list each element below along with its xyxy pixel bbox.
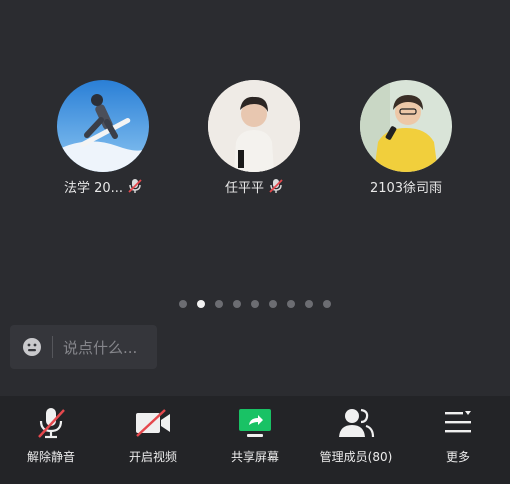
participant-name: 法学 20... — [63, 180, 124, 196]
emoji-icon[interactable] — [22, 337, 42, 357]
page-dot[interactable] — [305, 300, 313, 308]
participant-name: 任平平 — [224, 180, 264, 196]
share-screen-icon — [239, 409, 271, 437]
members-icon — [339, 408, 375, 438]
more-button[interactable]: 更多 — [408, 404, 508, 465]
page-dot[interactable] — [269, 300, 277, 308]
mic-muted-icon — [269, 179, 283, 193]
start-video-button[interactable]: 开启视频 — [103, 404, 203, 465]
meeting-toolbar: 解除静音 开启视频 共享屏幕 管理成员(80) 更多 — [0, 396, 510, 484]
participant-1[interactable]: 法学 20... — [33, 80, 173, 196]
chat-placeholder: 说点什么... — [63, 338, 138, 357]
more-label: 更多 — [445, 450, 470, 464]
mic-muted-icon — [128, 179, 142, 193]
manage-members-button[interactable]: 管理成员(80) — [306, 404, 406, 465]
participant-name: 2103徐司雨 — [369, 180, 443, 196]
unmute-button[interactable]: 解除静音 — [1, 404, 101, 465]
share-screen-label: 共享屏幕 — [230, 450, 279, 464]
participant-3[interactable]: 2103徐司雨 — [336, 80, 476, 196]
page-dot-active[interactable] — [197, 300, 205, 308]
divider — [52, 336, 53, 358]
page-dot[interactable] — [251, 300, 259, 308]
page-dot[interactable] — [287, 300, 295, 308]
participant-2[interactable]: 任平平 — [184, 80, 324, 196]
page-indicator — [0, 300, 510, 308]
unmute-label: 解除静音 — [26, 450, 75, 464]
page-dot[interactable] — [233, 300, 241, 308]
more-menu-icon — [445, 411, 471, 433]
share-screen-button[interactable]: 共享屏幕 — [205, 404, 305, 465]
avatar[interactable] — [360, 80, 452, 172]
avatar[interactable] — [57, 80, 149, 172]
page-dot[interactable] — [179, 300, 187, 308]
mic-muted-icon — [38, 408, 65, 439]
chat-input[interactable]: 说点什么... — [10, 325, 157, 369]
start-video-label: 开启视频 — [128, 450, 177, 464]
manage-members-label: 管理成员(80) — [319, 450, 393, 464]
page-dot[interactable] — [323, 300, 331, 308]
page-dot[interactable] — [215, 300, 223, 308]
video-off-icon — [136, 409, 170, 437]
avatar[interactable] — [208, 80, 300, 172]
participant-grid: 法学 20... 任平平 2103徐司雨 — [0, 80, 510, 200]
